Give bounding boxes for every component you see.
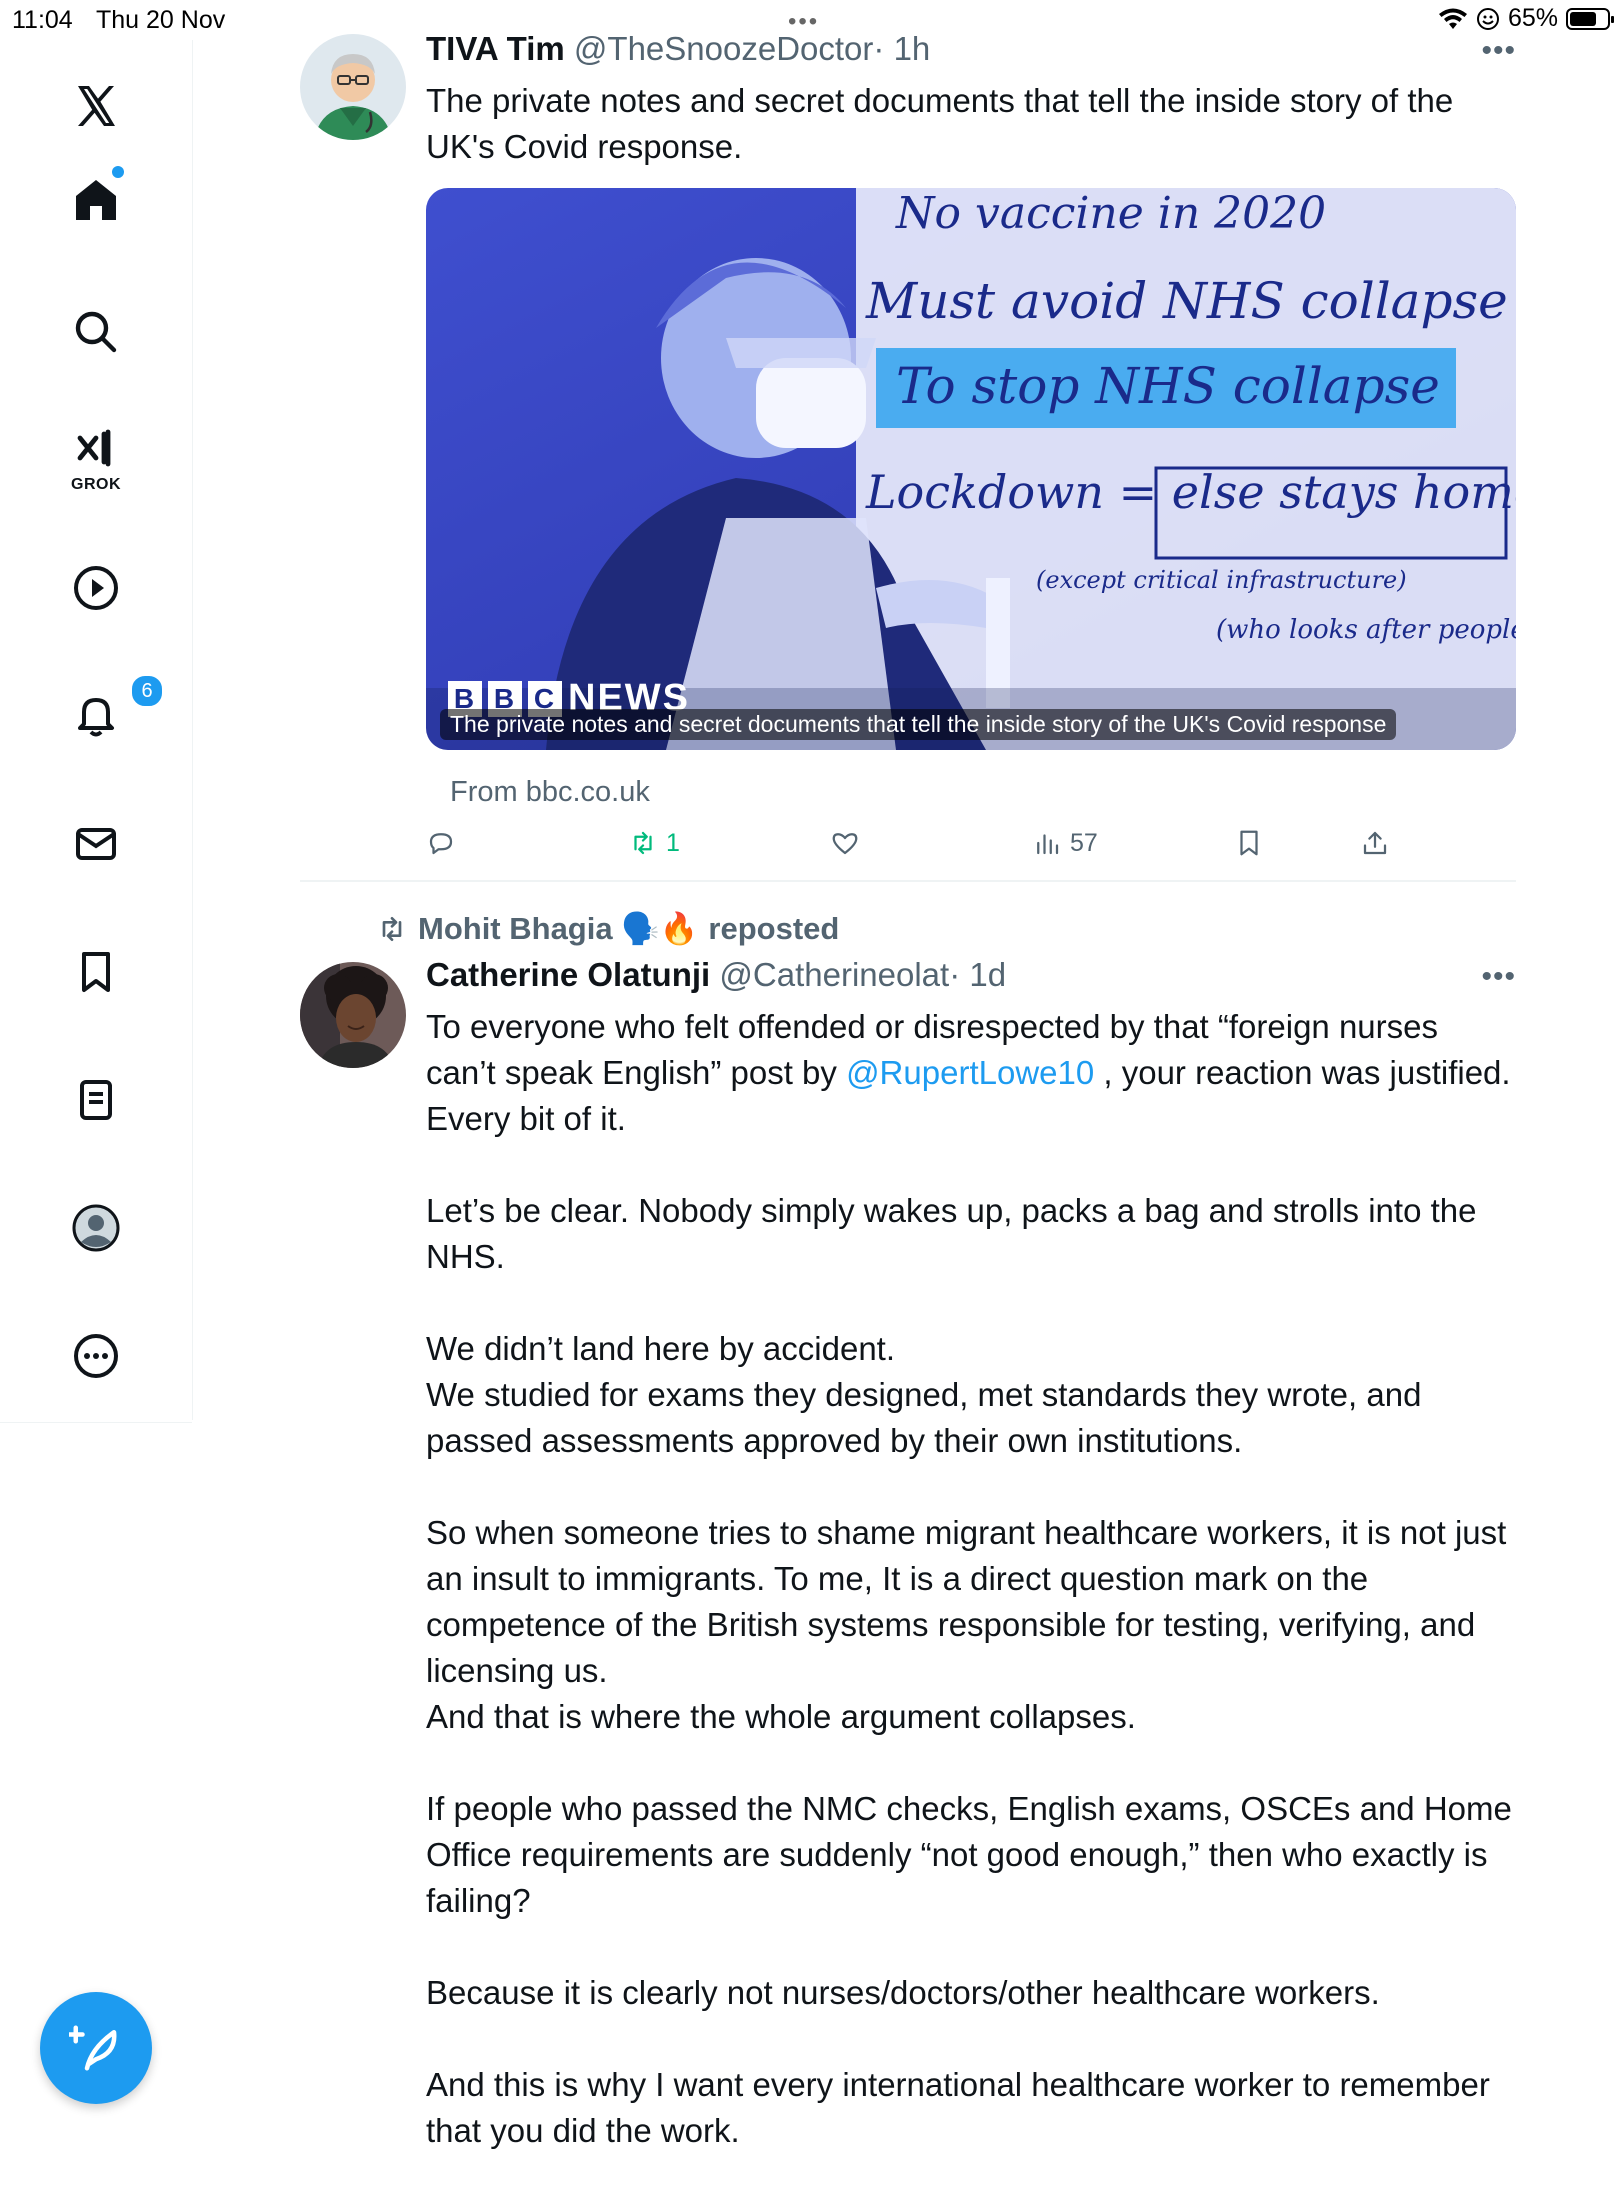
repost-button[interactable]: 1 <box>628 828 680 858</box>
repost-icon <box>382 916 402 941</box>
author-handle[interactable]: @Catherineolat <box>719 956 949 993</box>
avatar[interactable] <box>300 962 406 1068</box>
x-logo-icon[interactable] <box>60 70 132 142</box>
notification-badge: 6 <box>130 674 164 708</box>
grok-label: GROK <box>71 476 121 493</box>
repost-icon <box>634 831 652 855</box>
more-circle-icon <box>74 1334 118 1378</box>
heart-icon <box>832 833 858 855</box>
tweet-text: To everyone who felt offended or disresp… <box>426 1004 1516 2200</box>
tweet-more-button[interactable]: ••• <box>1481 34 1516 68</box>
tweet-time[interactable]: · 1h <box>873 30 930 67</box>
tweet-time[interactable]: · 1d <box>949 956 1006 993</box>
tweet[interactable]: TIVA Tim @TheSnoozeDoctor· 1h ••• The pr… <box>300 20 1516 882</box>
nav-profile[interactable] <box>60 1192 132 1264</box>
repost-context[interactable]: Mohit Bhagia 🗣️🔥 reposted <box>376 910 839 947</box>
bell-icon <box>78 698 114 737</box>
handwriting-line: (who looks after people who can't surviv… <box>1216 615 1516 645</box>
tweet-header: Catherine Olatunji @Catherineolat· 1d <box>426 956 1006 994</box>
search-icon <box>75 311 117 353</box>
sidebar-divider <box>0 1422 192 1423</box>
tweet-paragraph: We didn’t land here by accident. We studi… <box>426 1330 1422 1459</box>
bookmark-button[interactable] <box>1234 828 1264 858</box>
card-image: No vaccine in 2020 Must avoid NHS collap… <box>426 188 1516 750</box>
battery-icon <box>1566 7 1614 30</box>
nav-search[interactable] <box>60 296 132 368</box>
status-date: Thu 20 Nov <box>96 6 226 34</box>
tweet-more-button[interactable]: ••• <box>1481 960 1516 994</box>
nav-grok[interactable]: GROK <box>60 424 132 496</box>
link-card[interactable]: No vaccine in 2020 Must avoid NHS collap… <box>426 188 1516 750</box>
views-button[interactable]: 57 <box>1032 828 1098 858</box>
handwriting-line: To stop NHS collapse <box>896 357 1440 415</box>
tweet-paragraph: If people who passed the NMC checks, Eng… <box>426 1790 1512 1919</box>
tweet-paragraph: So when someone tries to shame migrant h… <box>426 1514 1507 1735</box>
mention-link[interactable]: @RupertLowe10 <box>846 1054 1094 1091</box>
tweet-paragraph: Let’s be clear. Nobody simply wakes up, … <box>426 1192 1477 1275</box>
tweet-paragraph: And this is why I want every internation… <box>426 2066 1490 2149</box>
nav-bookmarks[interactable] <box>60 936 132 1008</box>
tweet-text: The private notes and secret documents t… <box>426 82 1454 165</box>
share-icon <box>1363 831 1387 855</box>
card-source[interactable]: From bbc.co.uk <box>450 776 650 809</box>
nav-notifications[interactable]: 6 <box>60 674 164 752</box>
reposter-name[interactable]: Mohit Bhagia 🗣️🔥 <box>418 910 698 947</box>
nav-video[interactable] <box>60 552 132 624</box>
author-handle[interactable]: @TheSnoozeDoctor <box>574 30 873 67</box>
play-icon <box>74 566 118 610</box>
view-count: 57 <box>1070 828 1098 857</box>
author-name[interactable]: TIVA Tim <box>426 30 565 67</box>
bookmark-icon <box>82 952 110 992</box>
mail-icon <box>76 828 116 860</box>
unread-dot <box>112 166 124 178</box>
tweet-header: TIVA Tim @TheSnoozeDoctor· 1h <box>426 30 930 68</box>
reply-button[interactable] <box>426 828 456 858</box>
compose-feather-icon <box>69 2025 117 2071</box>
list-icon <box>80 1080 112 1120</box>
handwriting-line: Lockdown = else stays home <box>865 465 1516 519</box>
nav-lists[interactable] <box>60 1064 132 1136</box>
handwriting-line: (except critical infrastructure) <box>1036 566 1407 594</box>
repost-count: 1 <box>666 828 680 857</box>
author-name[interactable]: Catherine Olatunji <box>426 956 710 993</box>
tweet-paragraph: Because it is clearly not nurses/doctors… <box>426 1974 1380 2011</box>
like-button[interactable] <box>830 828 860 858</box>
analytics-icon <box>1037 834 1059 855</box>
handwriting-line: Must avoid NHS collapse <box>865 272 1508 330</box>
tweet-paragraph: To everyone who felt offended or disresp… <box>426 1008 1511 1137</box>
avatar[interactable] <box>300 34 406 140</box>
sidebar: GROK 6 <box>0 40 193 1420</box>
nav-more[interactable] <box>60 1320 132 1392</box>
bookmark-icon <box>1240 830 1258 856</box>
grok-icon <box>77 429 111 467</box>
nav-home[interactable] <box>60 164 132 236</box>
status-time: 11:04 <box>12 6 73 34</box>
home-icon <box>76 180 116 220</box>
profile-icon <box>72 1204 120 1252</box>
reply-icon <box>429 833 453 855</box>
card-title: The private notes and secret documents t… <box>440 709 1397 740</box>
nav-messages[interactable] <box>60 808 132 880</box>
reposted-label: reposted <box>708 910 840 946</box>
compose-button[interactable] <box>40 1992 152 2104</box>
tweet-actions: 1 57 <box>426 828 1516 872</box>
handwriting-line: No vaccine in 2020 <box>895 188 1326 239</box>
share-button[interactable] <box>1360 828 1390 858</box>
